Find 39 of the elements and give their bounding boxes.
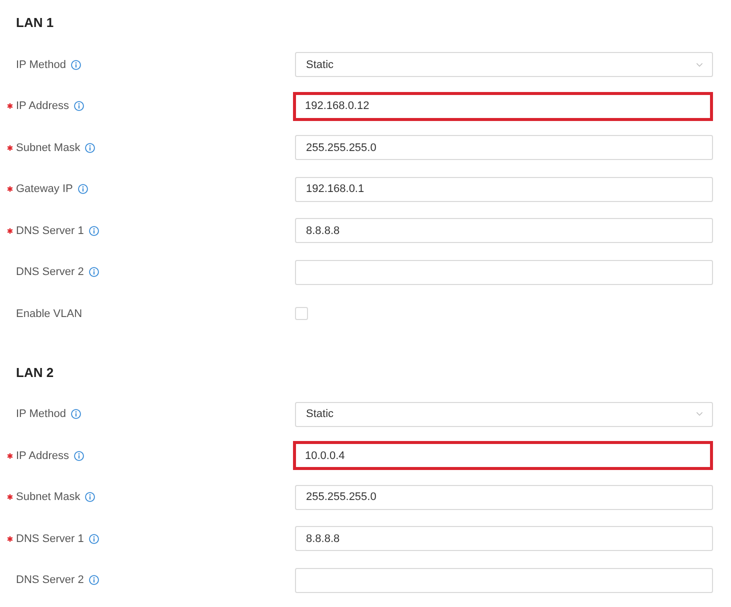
info-icon[interactable] <box>78 184 88 194</box>
field-label: Gateway IP <box>16 183 73 196</box>
info-icon[interactable] <box>88 534 99 544</box>
field-label: DNS Server 2 <box>16 574 84 586</box>
section-heading: LAN 1 <box>16 14 54 32</box>
section-heading: LAN 2 <box>16 364 54 382</box>
info-icon[interactable] <box>70 409 81 420</box>
text-field[interactable]: 10.0.0.4 <box>293 441 713 470</box>
text-field[interactable] <box>295 260 713 285</box>
info-icon[interactable] <box>70 60 81 70</box>
caret-icon <box>696 62 703 67</box>
text-field[interactable]: 255.255.255.0 <box>295 484 713 510</box>
info-icon[interactable] <box>85 492 96 502</box>
dropdown[interactable]: Static <box>295 52 713 78</box>
text-field[interactable]: 255.255.255.0 <box>295 135 713 160</box>
info-icon[interactable] <box>88 226 99 236</box>
field-label: IP Address <box>16 450 69 462</box>
field-label: Subnet Mask <box>16 142 80 154</box>
caret-icon <box>696 412 703 416</box>
field-label: Subnet Mask <box>16 491 80 504</box>
field-label: DNS Server 2 <box>16 266 84 278</box>
info-icon[interactable] <box>74 101 84 112</box>
text-field[interactable]: 8.8.8.8 <box>295 218 713 244</box>
field-label: Enable VLAN <box>16 308 82 320</box>
info-icon[interactable] <box>85 142 96 153</box>
info-icon[interactable] <box>74 450 84 461</box>
field-label: DNS Server 1 <box>16 224 84 237</box>
field-label: DNS Server 1 <box>16 532 84 545</box>
field-label: IP Method <box>16 58 66 71</box>
checkbox[interactable] <box>295 307 308 320</box>
text-field[interactable]: 192.168.0.12 <box>293 92 713 121</box>
text-field[interactable]: 8.8.8.8 <box>295 526 713 552</box>
text-field[interactable] <box>295 568 713 593</box>
text-field[interactable]: 192.168.0.1 <box>295 176 713 202</box>
field-label: IP Method <box>16 408 66 420</box>
info-icon[interactable] <box>88 575 99 586</box>
info-icon[interactable] <box>88 267 99 278</box>
field-label: IP Address <box>16 100 69 112</box>
dropdown[interactable]: Static <box>295 402 713 427</box>
